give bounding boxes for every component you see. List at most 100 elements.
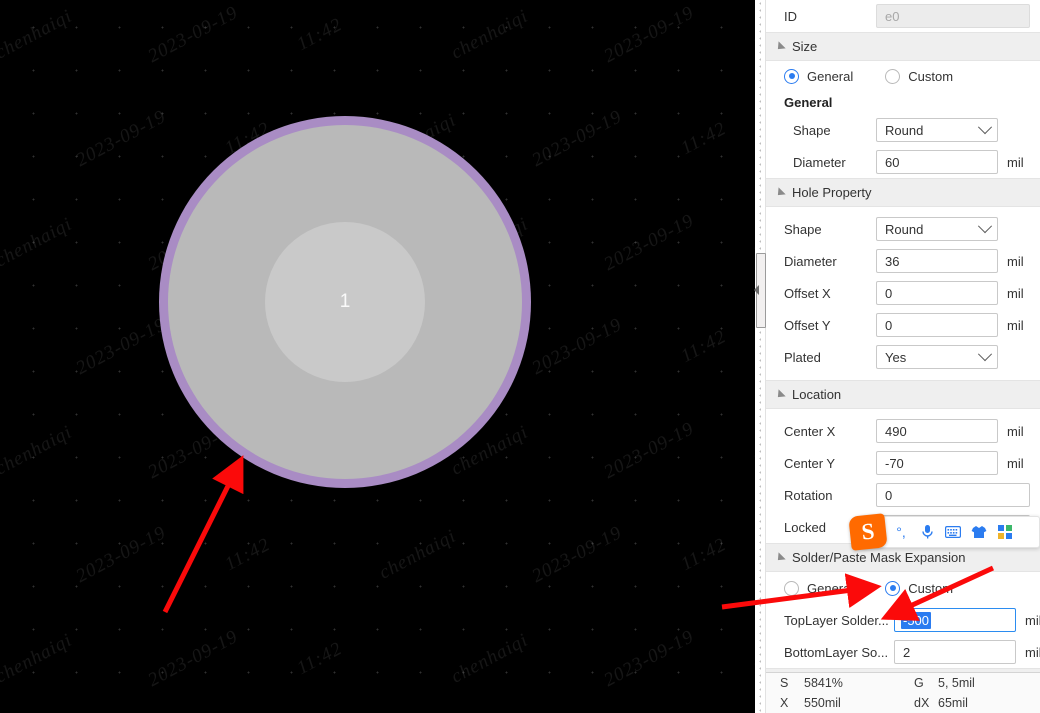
hole-offset-x-row: Offset X 0 mil <box>766 277 1040 309</box>
toplayer-solder-row: TopLayer Solder... -500 mil <box>766 604 1040 636</box>
toplayer-solder-input[interactable]: -500 <box>894 608 1016 632</box>
radio-dot-icon <box>784 580 799 596</box>
hole-plated-select[interactable]: Yes <box>876 345 998 369</box>
size-shape-row: Shape Round <box>766 114 1040 146</box>
bottomlayer-solder-row: BottomLayer So... 2 mil <box>766 636 1040 668</box>
mic-icon[interactable] <box>914 517 940 547</box>
toplayer-solder-unit: mil <box>1025 612 1040 628</box>
panel-collapse-grip[interactable] <box>754 253 766 328</box>
bottomlayer-solder-unit: mil <box>1025 644 1040 660</box>
location-rotation-row: Rotation 0 <box>766 479 1040 511</box>
mask-mode-custom-radio[interactable]: Custom <box>885 580 954 596</box>
rotation-label: Rotation <box>784 487 833 503</box>
status-bar: S 5841% G 5, 5mil X 550mil dX 65mil <box>766 672 1040 713</box>
property-panel: ID e0 Size General Custom General Shape … <box>766 0 1040 713</box>
mask-mode-general-radio[interactable]: General <box>784 580 854 596</box>
size-mode-custom-label: Custom <box>908 68 954 84</box>
pad-number-label: 1 <box>339 291 351 312</box>
section-title-size: Size <box>792 39 818 54</box>
section-header-hole-property[interactable]: Hole Property <box>766 178 1040 207</box>
radio-dot-icon <box>885 68 901 84</box>
hole-diameter-unit: mil <box>1007 253 1024 269</box>
toplayer-solder-value: -500 <box>901 611 932 629</box>
status-key-dx: dX <box>914 696 930 710</box>
size-diameter-row: Diameter 60 mil <box>766 146 1040 178</box>
resize-dots <box>759 0 761 713</box>
status-value-x: 550mil <box>804 696 841 710</box>
hole-plated-value: Yes <box>885 349 907 365</box>
hole-diameter-label: Diameter <box>784 253 837 269</box>
size-mode-custom-radio[interactable]: Custom <box>885 68 954 84</box>
section-title-location: Location <box>792 387 842 402</box>
collapse-triangle-icon <box>774 40 786 53</box>
ime-toolbar[interactable]: S 中 °, <box>848 513 1040 551</box>
hole-offset-x-unit: mil <box>1007 285 1024 301</box>
hole-offset-y-row: Offset Y 0 mil <box>766 309 1040 341</box>
rotation-input[interactable]: 0 <box>876 483 1030 507</box>
hole-offset-x-input[interactable]: 0 <box>876 281 998 305</box>
bottomlayer-solder-label: BottomLayer So... <box>784 644 889 660</box>
pcb-canvas[interactable]: chenhaiqi2023-09-1911:42chenhaiqi2023-09… <box>0 0 755 713</box>
apps-icon[interactable] <box>992 517 1018 547</box>
hole-shape-select[interactable]: Round <box>876 217 998 241</box>
status-key-s: S <box>780 676 789 690</box>
hole-shape-label: Shape <box>784 221 822 237</box>
skin-icon[interactable] <box>966 517 992 547</box>
status-value-g: 5, 5mil <box>938 676 975 690</box>
hole-offset-y-unit: mil <box>1007 317 1024 333</box>
status-value-dx: 65mil <box>938 696 968 710</box>
size-shape-select[interactable]: Round <box>876 118 998 142</box>
size-subtitle: General <box>784 95 833 110</box>
location-center-y-row: Center Y -70 mil <box>766 447 1040 479</box>
center-y-unit: mil <box>1007 455 1024 471</box>
collapse-triangle-icon <box>774 388 786 401</box>
hole-offset-y-label: Offset Y <box>784 317 831 333</box>
status-key-g: G <box>914 676 924 690</box>
section-title-solder-paste-mask: Solder/Paste Mask Expansion <box>792 550 966 565</box>
size-diameter-label: Diameter <box>793 154 846 170</box>
size-diameter-input[interactable]: 60 <box>876 150 998 174</box>
status-row: X 550mil dX 65mil <box>766 693 1040 713</box>
size-shape-value: Round <box>885 122 924 138</box>
status-row: S 5841% G 5, 5mil <box>766 673 1040 693</box>
chevron-down-icon <box>977 120 993 135</box>
center-x-input[interactable]: 490 <box>876 419 998 443</box>
status-key-x: X <box>780 696 789 710</box>
keyboard-icon[interactable] <box>940 517 966 547</box>
center-x-label: Center X <box>784 423 836 439</box>
property-panel-scroll[interactable]: ID e0 Size General Custom General Shape … <box>766 0 1040 672</box>
hole-shape-row: Shape Round <box>766 213 1040 245</box>
mask-mode-custom-label: Custom <box>908 580 954 596</box>
mask-mode-radio-group: General Custom <box>766 572 1040 604</box>
hole-diameter-input[interactable]: 36 <box>876 249 998 273</box>
toplayer-solder-label: TopLayer Solder... <box>784 612 889 628</box>
size-mode-general-radio[interactable]: General <box>784 68 854 84</box>
section-header-thermals[interactable]: Thermals <box>766 668 1040 672</box>
hole-shape-value: Round <box>885 221 924 237</box>
hole-plated-row: Plated Yes <box>766 341 1040 373</box>
hole-offset-x-label: Offset X <box>784 285 831 301</box>
radio-dot-icon <box>784 68 799 84</box>
section-header-size[interactable]: Size <box>766 32 1040 61</box>
bottomlayer-solder-input[interactable]: 2 <box>894 640 1016 664</box>
id-input[interactable]: e0 <box>876 4 1030 28</box>
pcb-pad[interactable]: 1 <box>159 116 531 488</box>
chevron-down-icon <box>977 219 993 234</box>
center-y-input[interactable]: -70 <box>876 451 998 475</box>
chevron-down-icon <box>977 347 993 362</box>
collapse-triangle-icon <box>774 186 786 199</box>
section-header-location[interactable]: Location <box>766 380 1040 409</box>
ime-punctuation-toggle[interactable]: °, <box>888 517 914 547</box>
hole-diameter-row: Diameter 36 mil <box>766 245 1040 277</box>
sogou-logo-icon[interactable]: S <box>848 513 888 551</box>
location-center-x-row: Center X 490 mil <box>766 415 1040 447</box>
center-x-unit: mil <box>1007 423 1024 439</box>
size-shape-label: Shape <box>793 122 831 138</box>
radio-dot-icon <box>885 580 901 596</box>
id-row: ID e0 <box>766 0 1040 32</box>
size-mode-general-label: General <box>807 68 854 84</box>
mask-mode-general-label: General <box>807 580 854 596</box>
section-title-hole-property: Hole Property <box>792 185 872 200</box>
panel-resize-handle[interactable] <box>754 0 766 713</box>
hole-offset-y-input[interactable]: 0 <box>876 313 998 337</box>
